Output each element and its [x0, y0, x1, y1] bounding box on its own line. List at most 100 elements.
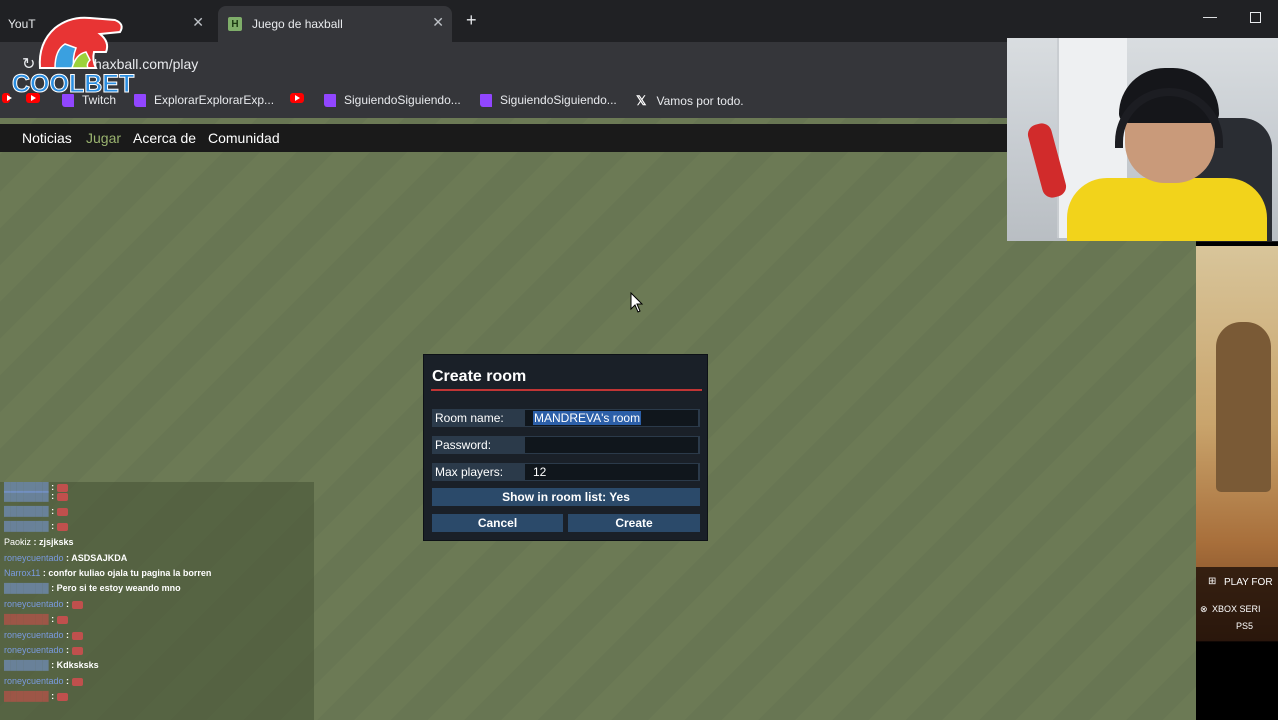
chat-message: Narrox11 : confor kuliao ojala tu pagina…: [4, 568, 211, 578]
chat-emote-icon: [56, 492, 68, 501]
ad-text: PS5: [1236, 621, 1254, 631]
chat-emote-icon: [56, 522, 68, 531]
bookmark-twitch-siguiendo[interactable]: SiguiendoSiguiendo...: [324, 93, 461, 107]
chat-username: roneycuentado: [4, 553, 64, 563]
chat-separator: :: [63, 630, 72, 640]
tab-haxball[interactable]: H Juego de haxball ✕: [218, 6, 452, 42]
chat-username: Paokiz: [4, 537, 32, 547]
minimize-icon[interactable]: —: [1203, 8, 1217, 24]
room-name-label: Room name:: [435, 411, 504, 425]
haxball-favicon-icon: H: [228, 17, 242, 31]
bookmark-label: SiguiendoSiguiendo...: [500, 93, 617, 107]
nav-noticias[interactable]: Noticias: [22, 130, 72, 146]
chat-message: roneycuentado :: [4, 630, 83, 640]
chat-message: ███████ : Pero si te estoy weando mno: [4, 583, 181, 593]
chat-separator: :: [48, 614, 57, 624]
chat-separator: :: [48, 583, 57, 593]
show-in-room-list-toggle[interactable]: Show in room list: Yes: [432, 488, 700, 506]
chat-text: Kdksksks: [56, 660, 99, 670]
chat-username: ███████: [4, 506, 49, 516]
chat-emote-icon: [71, 677, 83, 686]
bookmarks-bar: Twitch ExplorarExplorarExp... SiguiendoS…: [0, 86, 1010, 118]
bookmark-label: ExplorarExplorarExp...: [154, 93, 275, 107]
side-advertisement[interactable]: ⊞ PLAY FOR ⊗ XBOX SERI PS5: [1196, 242, 1278, 720]
ad-soldier-figure: [1216, 322, 1271, 492]
chat-emote-icon: [71, 631, 83, 640]
yellow-shirt: [1067, 178, 1267, 241]
bookmark-twitch-siguiendo[interactable]: SiguiendoSiguiendo...: [480, 93, 617, 107]
password-input[interactable]: [525, 437, 698, 453]
bookmark-x[interactable]: 𝕏 Vamos por todo.: [636, 93, 744, 109]
chat-separator: :: [63, 676, 72, 686]
windows-icon: ⊞: [1208, 576, 1217, 587]
bookmark-youtube[interactable]: [290, 93, 304, 103]
stream-chat: ███████ : ███████ : ███████ : ███████ : …: [0, 482, 314, 720]
coolbet-logo: COOLBET: [10, 8, 135, 99]
chat-separator: :: [48, 660, 57, 670]
chat-separator: :: [63, 645, 72, 655]
chat-message: ███████ :: [4, 614, 68, 624]
chat-message: ███████ :: [4, 506, 68, 516]
nav-comunidad[interactable]: Comunidad: [208, 130, 280, 146]
room-name-value: MANDREVA's room: [533, 411, 642, 425]
nav-jugar[interactable]: Jugar: [86, 130, 121, 146]
chat-message: ███████ :: [4, 521, 68, 531]
chat-username: ███████: [4, 583, 49, 593]
webcam-overlay: [1007, 38, 1278, 241]
chat-emote-icon: [71, 646, 83, 655]
chat-username: ███████: [4, 691, 49, 701]
bookmark-youtube[interactable]: [2, 93, 12, 103]
create-button[interactable]: Create: [568, 514, 700, 532]
chat-message: ███████ : Kdksksks: [4, 660, 99, 670]
chat-emote-icon: [56, 615, 68, 624]
x-icon: 𝕏: [636, 93, 647, 108]
bookmark-label: SiguiendoSiguiendo...: [344, 93, 461, 107]
new-tab-icon[interactable]: +: [466, 10, 477, 31]
bookmark-twitch-explorar[interactable]: ExplorarExplorarExp...: [134, 93, 274, 107]
restore-icon[interactable]: [1250, 12, 1261, 23]
dinosaur-icon: [38, 16, 123, 69]
chat-message: Paokiz : zjsjksks: [4, 537, 74, 547]
title-divider: [431, 389, 702, 391]
chat-text: confor kuliao ojala tu pagina la borren: [48, 568, 212, 578]
password-row: Password:: [432, 436, 700, 454]
chat-username: roneycuentado: [4, 630, 64, 640]
site-navbar: Noticias Jugar Acerca de Comunidad: [0, 124, 1010, 152]
chat-separator: :: [31, 537, 40, 547]
chat-text: Pero si te estoy weando mno: [56, 583, 181, 593]
nav-acerca-de[interactable]: Acerca de: [133, 130, 196, 146]
twitch-icon: [480, 93, 492, 107]
xbox-icon: ⊗: [1200, 604, 1208, 614]
chat-username: ███████: [4, 491, 49, 501]
max-players-input[interactable]: 12: [525, 464, 698, 480]
create-room-dialog: Create room Room name: MANDREVA's room P…: [423, 354, 708, 541]
close-tab-icon[interactable]: ✕: [432, 14, 444, 31]
chat-separator: :: [48, 521, 57, 531]
chat-message: roneycuentado :: [4, 645, 83, 655]
room-name-row: Room name: MANDREVA's room: [432, 409, 700, 427]
chat-username: roneycuentado: [4, 645, 64, 655]
max-players-label: Max players:: [435, 465, 504, 479]
chat-username: Narrox11: [4, 568, 41, 578]
chat-message: ███████ :: [4, 691, 68, 701]
chat-text: ASDSAJKDA: [71, 553, 128, 563]
chat-text: zjsjksks: [39, 537, 74, 547]
close-tab-icon[interactable]: ✕: [192, 14, 204, 31]
dialog-title: Create room: [432, 368, 527, 385]
chat-emote-icon: [56, 692, 68, 701]
chat-username: roneycuentado: [4, 676, 64, 686]
chat-message: roneycuentado :: [4, 599, 83, 609]
mouse-cursor-icon: [630, 292, 644, 313]
chat-emote-icon: [56, 507, 68, 516]
ad-text: XBOX SERI: [1212, 604, 1261, 614]
chat-username: ███████: [4, 660, 49, 670]
youtube-icon: [290, 93, 304, 103]
cancel-button[interactable]: Cancel: [432, 514, 563, 532]
chat-username: ███████: [4, 521, 49, 531]
chat-separator: :: [48, 491, 57, 501]
chat-username: ███████: [4, 614, 49, 624]
chat-separator: :: [48, 506, 57, 516]
chat-message: roneycuentado :: [4, 676, 83, 686]
chat-separator: :: [63, 599, 72, 609]
room-name-input[interactable]: MANDREVA's room: [525, 410, 698, 426]
